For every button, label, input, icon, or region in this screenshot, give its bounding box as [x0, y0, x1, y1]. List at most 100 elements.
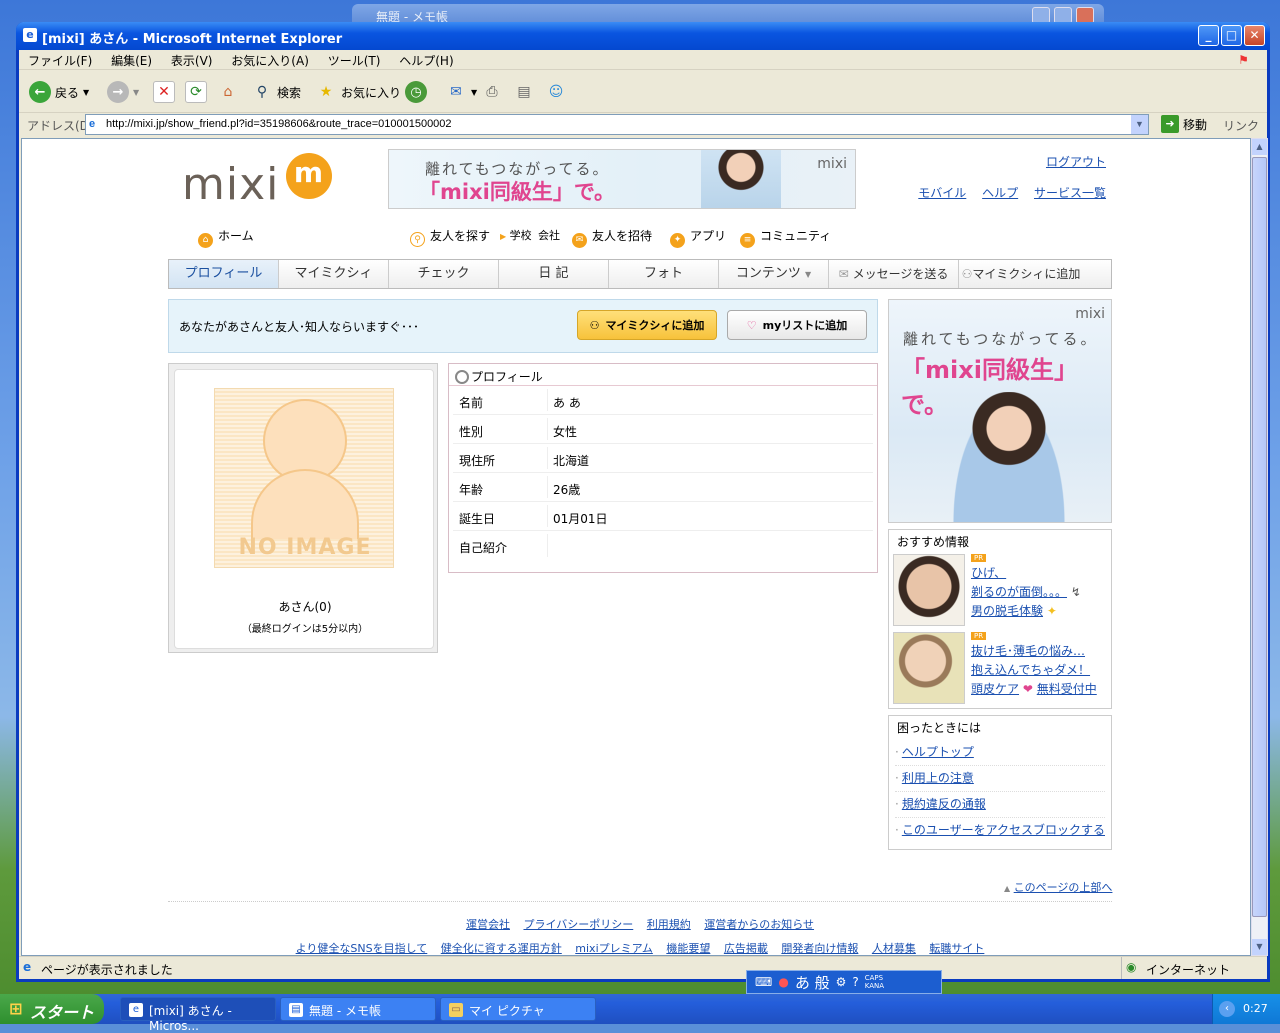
nav-apps[interactable]: ✦ アプリ	[670, 227, 726, 248]
go-button[interactable]: ➜ 移動	[1161, 115, 1207, 133]
footer-link[interactable]: より健全なSNSを目指して	[296, 942, 428, 955]
scroll-down-icon[interactable]: ▼	[1252, 939, 1267, 955]
minimize-button[interactable]: _	[1198, 25, 1219, 46]
menu-file[interactable]: ファイル(F)	[19, 50, 98, 69]
maximize-button[interactable]: □	[1221, 25, 1242, 46]
nav-apps-label: アプリ	[690, 229, 727, 243]
recommend-link[interactable]: 剃るのが面倒。。。	[971, 585, 1067, 599]
nav-find-friends[interactable]: ⚲ 友人を探す	[410, 227, 490, 247]
mixi-logo[interactable]: mixi m	[182, 153, 332, 210]
home-button[interactable]: ⌂	[217, 78, 239, 106]
recommend-item[interactable]: PR 抜け毛･薄毛の悩み… 抱え込んでちゃダメ！ 頭皮ケア ❤ 無料受付中	[891, 630, 1109, 708]
menu-help[interactable]: ヘルプ(H)	[390, 50, 459, 69]
forward-button[interactable]: → ▼	[107, 78, 139, 106]
taskbar-item-ie[interactable]: e [mixi] あさん - Micros...	[120, 997, 276, 1033]
close-button[interactable]: ✕	[1244, 25, 1265, 46]
add-mymixi-button[interactable]: ⚇ マイミクシィに追加	[577, 310, 717, 340]
ime-help-icon[interactable]: ?	[852, 975, 858, 989]
links-toolbar[interactable]: リンク	[1223, 117, 1259, 134]
nav-school[interactable]: ▶ 学校	[500, 227, 532, 243]
menu-tools[interactable]: ツール(T)	[319, 50, 387, 69]
ime-mode[interactable]: あ 般	[795, 972, 830, 993]
tab-add-mymixi-label: マイミクシィに追加	[972, 267, 1081, 281]
add-mylist-button[interactable]: ♡ myリストに追加	[727, 310, 867, 340]
menu-view[interactable]: 表示(V)	[162, 50, 219, 69]
recommend-link[interactable]: 無料受付中	[1037, 682, 1097, 696]
help-top-link[interactable]: ヘルプトップ	[902, 745, 974, 759]
recommend-item-image[interactable]	[893, 632, 965, 704]
tab-add-mymixi[interactable]: ⚇マイミクシィに追加	[959, 260, 1083, 288]
tab-mymixi[interactable]: マイミクシィ	[279, 260, 389, 288]
recommend-link[interactable]: 男の脱毛体験	[971, 604, 1043, 618]
tray-expand-icon[interactable]: ‹	[1219, 1001, 1235, 1017]
banner-line2: 「mixi同級生」で。	[419, 180, 615, 204]
services-link[interactable]: サービス一覧	[1034, 186, 1106, 200]
scroll-thumb[interactable]	[1252, 157, 1267, 917]
logout-link[interactable]: ログアウト	[1046, 155, 1106, 169]
ime-language-bar[interactable]: ⌨ ● あ 般 ⚙ ? CAPS KANA	[746, 970, 942, 994]
nav-company[interactable]: 会社	[538, 227, 560, 243]
recommend-link[interactable]: 抱え込んでちゃダメ！	[971, 663, 1090, 677]
nav-invite[interactable]: ✉ 友人を招待	[572, 227, 652, 248]
forward-dropdown-icon[interactable]: ▼	[133, 88, 139, 97]
block-user-link[interactable]: このユーザーをアクセスブロックする	[902, 823, 1105, 837]
tab-send-message[interactable]: ✉ メッセージを送る	[829, 260, 959, 288]
footer-link[interactable]: 開発者向け情報	[781, 942, 858, 955]
scroll-up-icon[interactable]: ▲	[1252, 139, 1267, 155]
page-top-link[interactable]: このページの上部へ	[1014, 881, 1113, 894]
tab-profile[interactable]: プロフィール	[169, 260, 279, 288]
footer-link[interactable]: 運営者からのお知らせ	[704, 918, 814, 931]
edit-button[interactable]: ▤	[513, 78, 535, 106]
menu-edit[interactable]: 編集(E)	[102, 50, 158, 69]
print-button[interactable]: ⎙	[481, 78, 503, 106]
recommend-link[interactable]: 抜け毛･薄毛の悩み…	[971, 644, 1085, 658]
start-button[interactable]: スタート	[0, 994, 104, 1024]
nav-home[interactable]: ⌂ ホーム	[198, 227, 254, 248]
favorites-button[interactable]: ★ お気に入り	[315, 78, 401, 106]
keyboard-icon[interactable]: ⌨	[755, 975, 772, 989]
footer-link[interactable]: mixiプレミアム	[575, 942, 653, 955]
title-bar[interactable]: e [mixi] あさん - Microsoft Internet Explor…	[16, 22, 1270, 50]
ime-pad-icon[interactable]: ●	[778, 975, 788, 989]
back-dropdown-icon[interactable]: ▼	[83, 88, 89, 97]
recommend-link[interactable]: ひげ、	[971, 566, 1006, 580]
mobile-link[interactable]: モバイル	[918, 186, 966, 200]
tab-photo[interactable]: フォト	[609, 260, 719, 288]
footer-link[interactable]: 運営会社	[466, 918, 510, 931]
refresh-button[interactable]: ⟳	[185, 78, 207, 106]
top-banner-ad[interactable]: 離れてもつながってる。 「mixi同級生」で。 mixi	[388, 149, 856, 209]
no-image-text: NO IMAGE	[238, 535, 372, 560]
taskbar-item-pictures[interactable]: ▭ マイ ピクチャ	[440, 997, 596, 1021]
messenger-button[interactable]: ☺	[545, 78, 567, 106]
report-violation-link[interactable]: 規約違反の通報	[902, 797, 986, 811]
taskbar-item-notepad[interactable]: ▤ 無題 - メモ帳	[280, 997, 436, 1021]
recommend-link[interactable]: 頭皮ケア	[971, 682, 1019, 696]
search-button[interactable]: ⚲ 検索	[251, 78, 301, 106]
tab-check[interactable]: チェック	[389, 260, 499, 288]
address-dropdown-icon[interactable]: ▼	[1131, 115, 1148, 134]
footer-link[interactable]: 健全化に資する運用方針	[441, 942, 562, 955]
help-link[interactable]: ヘルプ	[982, 186, 1018, 200]
footer-link[interactable]: 人材募集	[872, 942, 916, 955]
usage-notes-link[interactable]: 利用上の注意	[902, 771, 974, 785]
tab-contents[interactable]: コンテンツ ▼	[719, 260, 829, 288]
ime-tools-icon[interactable]: ⚙	[836, 975, 847, 989]
footer-link[interactable]: プライバシーポリシー	[523, 918, 633, 931]
back-button[interactable]: ← 戻る ▼	[29, 78, 89, 106]
stop-button[interactable]: ✕	[153, 78, 175, 106]
side-banner-ad[interactable]: mixi 離れてもつながってる。 「mixi同級生」で。	[888, 299, 1112, 523]
footer-link[interactable]: 機能要望	[666, 942, 710, 955]
address-input[interactable]: e http://mixi.jp/show_friend.pl?id=35198…	[85, 114, 1149, 135]
vertical-scrollbar[interactable]: ▲ ▼	[1251, 138, 1268, 956]
history-button[interactable]: ◷	[405, 78, 427, 106]
footer-link[interactable]: 利用規約	[647, 918, 691, 931]
footer-link[interactable]: 広告掲載	[724, 942, 768, 955]
recommend-item[interactable]: PR ひげ、 剃るのが面倒。。。 ↯ 男の脱毛体験 ✦	[891, 552, 1109, 630]
footer-link[interactable]: 転職サイト	[929, 942, 984, 955]
tab-diary[interactable]: 日 記	[499, 260, 609, 288]
recommend-item-image[interactable]	[893, 554, 965, 626]
menu-favorites[interactable]: お気に入り(A)	[222, 50, 315, 69]
mail-dropdown-icon[interactable]: ▼	[471, 88, 477, 97]
mail-button[interactable]: ✉ ▼	[445, 78, 477, 106]
nav-community[interactable]: ≡ コミュニティ	[740, 227, 831, 248]
